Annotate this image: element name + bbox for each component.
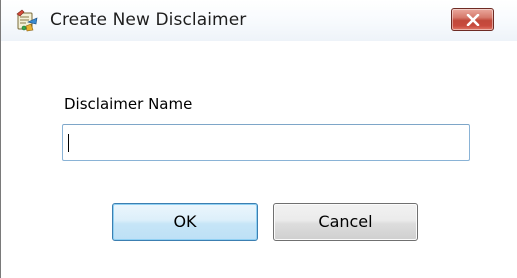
title-bar[interactable]: Create New Disclaimer <box>1 0 517 41</box>
create-disclaimer-dialog: Create New Disclaimer Disclaimer Name OK… <box>0 0 517 278</box>
cancel-button[interactable]: Cancel <box>273 203 418 241</box>
text-caret <box>68 134 69 152</box>
disclaimer-name-label: Disclaimer Name <box>64 95 193 113</box>
close-button[interactable] <box>451 8 494 31</box>
ok-button[interactable]: OK <box>112 203 258 241</box>
close-icon <box>466 14 480 26</box>
disclaimer-app-icon <box>15 9 39 33</box>
disclaimer-name-input[interactable] <box>62 124 470 161</box>
window-title: Create New Disclaimer <box>50 10 247 30</box>
